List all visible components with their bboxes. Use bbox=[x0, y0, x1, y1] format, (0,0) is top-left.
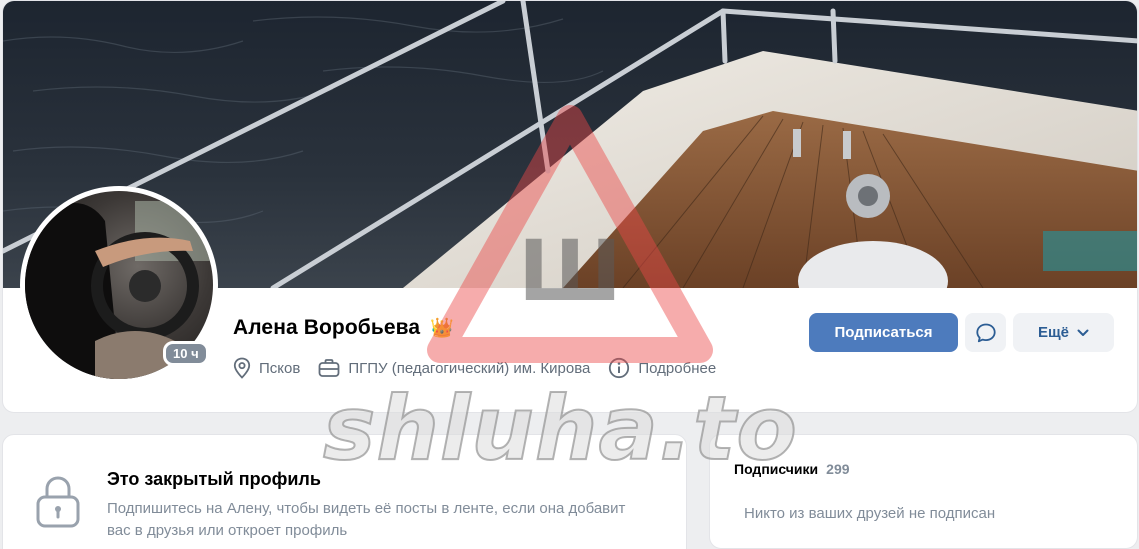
followers-count: 299 bbox=[826, 461, 850, 477]
message-bubble-icon bbox=[975, 323, 996, 342]
chevron-down-icon bbox=[1077, 329, 1089, 336]
more-actions-label: Ещё bbox=[1037, 324, 1069, 341]
followers-header[interactable]: Подписчики 299 bbox=[734, 461, 850, 477]
followers-empty-text: Никто из ваших друзей не подписан bbox=[744, 505, 996, 522]
education-text: ПГПУ (педагогический) им. Кирова bbox=[348, 359, 591, 377]
info-icon bbox=[609, 357, 630, 379]
lock-icon bbox=[36, 476, 80, 528]
closed-profile-card: Это закрытый профиль Подпишитесь на Ален… bbox=[2, 434, 687, 549]
followers-card: Подписчики 299 Никто из ваших друзей не … bbox=[709, 434, 1138, 549]
profile-name-row: Алена Воробьева 👑 bbox=[233, 316, 454, 340]
more-actions-button[interactable]: Ещё bbox=[1013, 313, 1114, 352]
location-text: Псков bbox=[259, 359, 301, 377]
subscribe-button[interactable]: Подписаться bbox=[809, 313, 958, 352]
crown-icon: 👑 bbox=[430, 317, 454, 339]
location-pin-icon bbox=[233, 357, 251, 379]
more-info-link[interactable]: Подробнее bbox=[608, 357, 716, 379]
online-status-badge: 10 ч bbox=[163, 341, 209, 366]
profile-info-row: Псков ПГПУ (педагогический) им. Кирова П… bbox=[233, 357, 734, 379]
followers-label: Подписчики bbox=[734, 461, 819, 477]
profile-name: Алена Воробьева bbox=[233, 316, 421, 339]
education-item[interactable]: ПГПУ (педагогический) им. Кирова bbox=[318, 358, 590, 378]
location-item: Псков bbox=[233, 357, 300, 379]
closed-profile-text: Подпишитесь на Алену, чтобы видеть её по… bbox=[107, 500, 626, 539]
more-info-text: Подробнее bbox=[638, 359, 717, 377]
closed-profile-title: Это закрытый профиль bbox=[107, 469, 321, 489]
message-button[interactable] bbox=[965, 313, 1006, 352]
briefcase-icon bbox=[318, 359, 340, 377]
